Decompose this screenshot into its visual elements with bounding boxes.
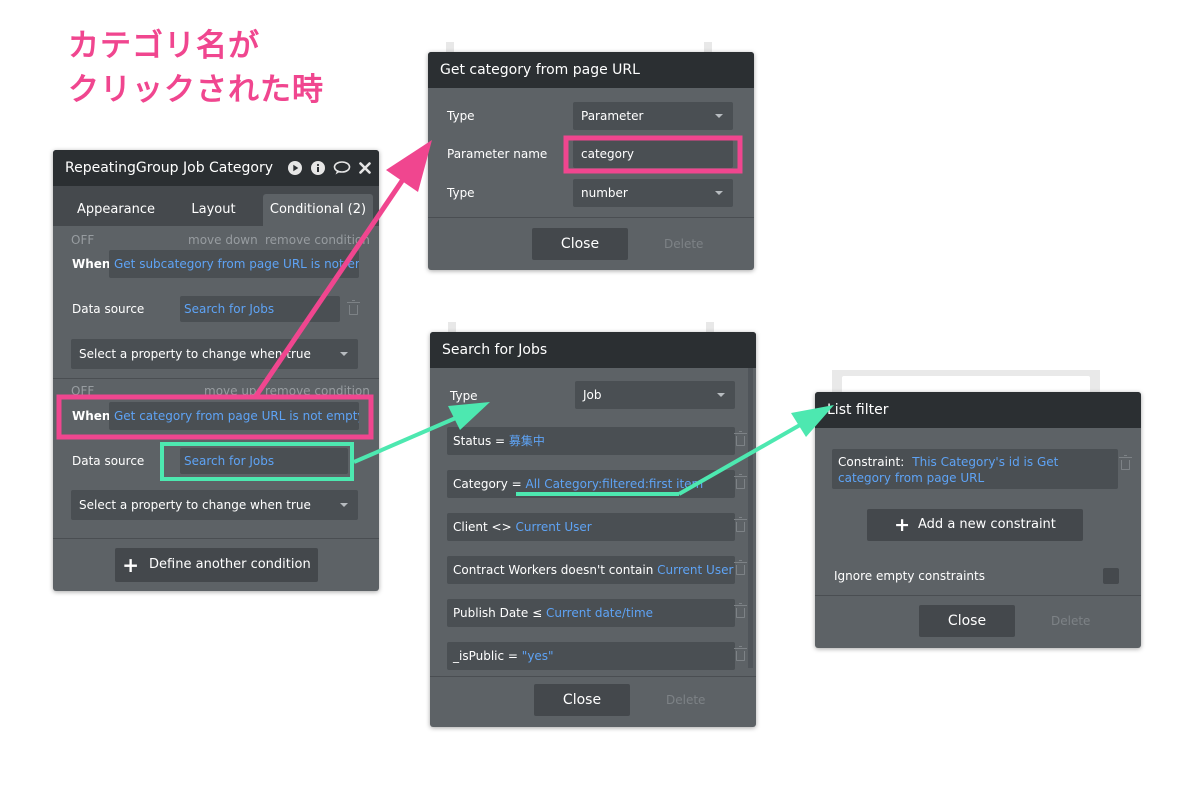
highlight-data-source [160,442,354,481]
pink-arrow-head [386,140,432,192]
green-arrow-head [448,402,490,430]
highlight-when-condition [56,394,374,440]
highlight-parameter-name [563,135,743,174]
pink-arrow-line [253,176,407,398]
annotation-overlay [56,135,834,496]
green-arrow-head [791,405,834,437]
green-arrow-line [678,423,801,496]
